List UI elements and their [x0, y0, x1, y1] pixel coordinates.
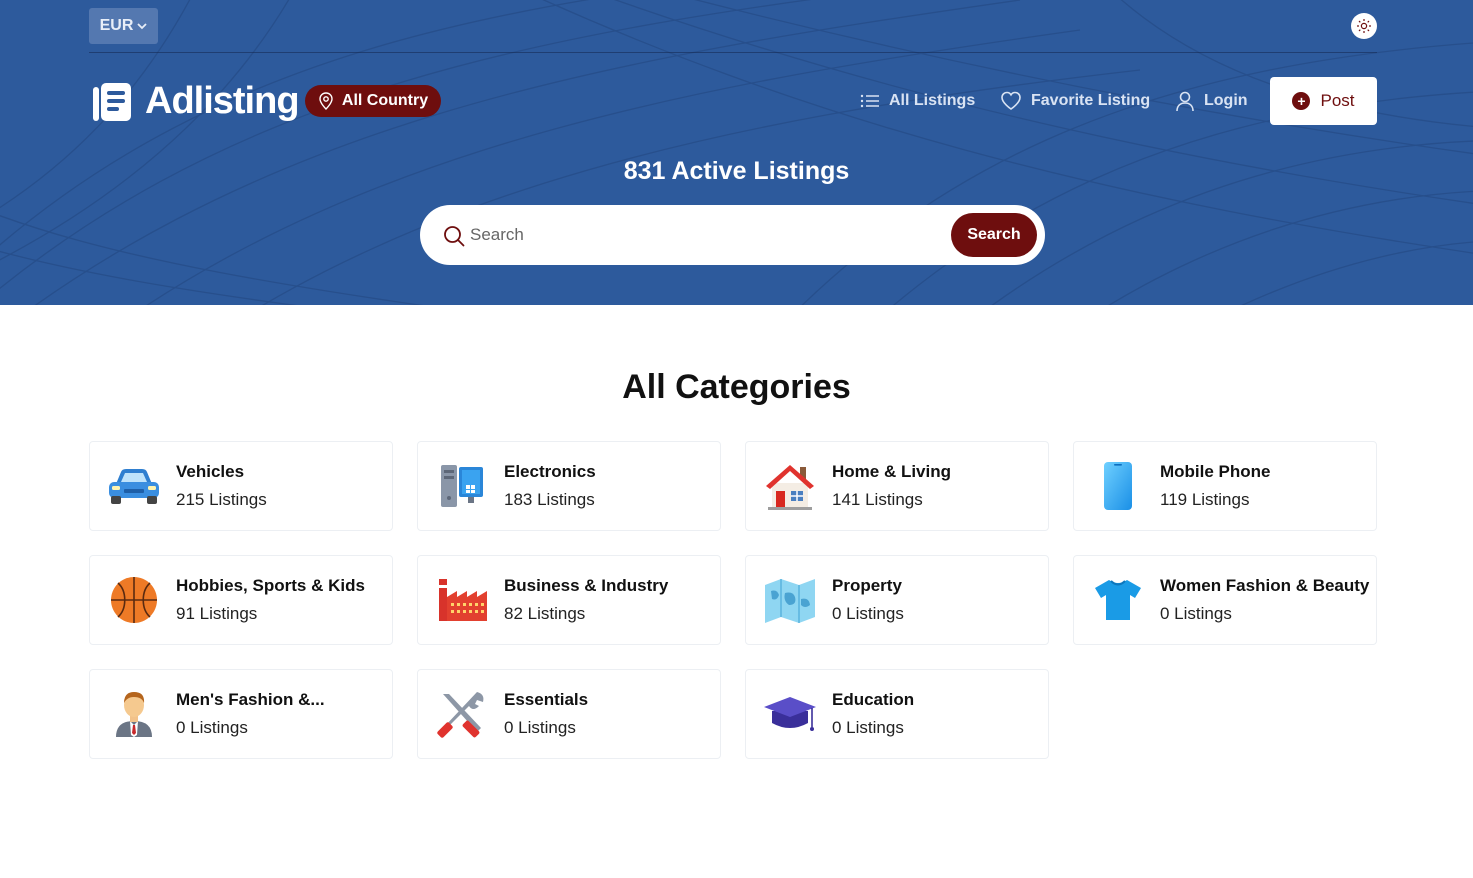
businessman-icon [104, 686, 164, 742]
category-name: Property [832, 576, 902, 595]
category-count: 0 Listings [832, 604, 904, 623]
currency-label: EUR [99, 17, 134, 34]
category-count: 215 Listings [176, 490, 267, 509]
category-card-women-fashion-beauty[interactable]: Women Fashion & Beauty 0 Listings [1073, 555, 1377, 645]
map-pin-icon [319, 92, 333, 110]
category-count: 91 Listings [176, 604, 258, 623]
nav-all-listings[interactable]: All Listings [860, 88, 975, 114]
nav-favorite-label: Favorite Listing [1031, 92, 1151, 109]
category-card-vehicles[interactable]: Vehicles 215 Listings [89, 441, 393, 531]
category-name: Vehicles [176, 462, 245, 481]
category-name: Business & Industry [504, 576, 669, 595]
category-name: Education [832, 690, 915, 709]
category-card-property[interactable]: Property 0 Listings [745, 555, 1049, 645]
category-name: Home & Living [832, 462, 952, 481]
category-card-home-living[interactable]: Home & Living 141 Listings [745, 441, 1049, 531]
tools-icon [432, 686, 492, 742]
category-name: Women Fashion & Beauty [1160, 576, 1370, 595]
categories-title: All Categories [622, 368, 851, 406]
location-label: All Country [341, 92, 429, 109]
category-card-essentials[interactable]: Essentials 0 Listings [417, 669, 721, 759]
category-count: 0 Listings [832, 718, 904, 737]
tshirt-icon [1088, 572, 1148, 628]
search-bar: Search [420, 205, 1045, 265]
map-icon [760, 572, 820, 628]
search-icon [444, 226, 465, 247]
category-card-mens-fashion[interactable]: Men's Fashion &... 0 Listings [89, 669, 393, 759]
hero-banner: EUR Adlisting All Country All Listings F… [0, 0, 1473, 305]
category-count: 0 Listings [1160, 604, 1232, 623]
category-count: 141 Listings [832, 490, 923, 509]
graduation-cap-icon [760, 686, 820, 742]
search-button[interactable]: Search [951, 213, 1037, 257]
top-bar: EUR [89, 8, 1377, 53]
list-icon [860, 94, 879, 108]
heart-icon [1001, 91, 1021, 110]
category-card-electronics[interactable]: Electronics 183 Listings [417, 441, 721, 531]
basketball-icon [104, 572, 164, 628]
mobile-phone-icon [1088, 458, 1148, 514]
category-name: Essentials [504, 690, 589, 709]
category-name: Hobbies, Sports & Kids [176, 576, 365, 595]
document-logo-icon [93, 82, 131, 121]
category-card-business-industry[interactable]: Business & Industry 82 Listings [417, 555, 721, 645]
house-icon [760, 458, 820, 514]
site-logo[interactable]: Adlisting [91, 80, 300, 123]
nav-login-label: Login [1204, 92, 1248, 109]
plus-circle-icon: + [1292, 92, 1311, 110]
sun-icon [1357, 19, 1371, 33]
post-label: Post [1320, 91, 1355, 110]
nav-all-listings-label: All Listings [889, 92, 976, 109]
category-card-mobile-phone[interactable]: Mobile Phone 119 Listings [1073, 441, 1377, 531]
currency-selector[interactable]: EUR [89, 8, 158, 44]
category-card-education[interactable]: Education 0 Listings [745, 669, 1049, 759]
category-count: 183 Listings [504, 490, 595, 509]
search-input[interactable] [470, 223, 940, 247]
nav-login[interactable]: Login [1175, 88, 1248, 114]
computer-icon [432, 458, 492, 514]
category-name: Mobile Phone [1160, 462, 1271, 481]
category-name: Men's Fashion &... [176, 690, 325, 709]
user-icon [1176, 91, 1194, 112]
categories-grid: Vehicles 215 Listings Electronics 183 Li… [89, 441, 1377, 759]
nav-favorite-listing[interactable]: Favorite Listing [1000, 88, 1150, 114]
car-icon [104, 458, 164, 514]
category-name: Electronics [504, 462, 596, 481]
location-selector-button[interactable]: All Country [305, 85, 441, 117]
factory-icon [432, 572, 492, 628]
post-button[interactable]: + Post [1270, 77, 1377, 125]
theme-toggle[interactable] [1351, 13, 1377, 39]
category-count: 119 Listings [1160, 490, 1250, 509]
category-count: 82 Listings [504, 604, 586, 623]
category-card-hobbies-sports-kids[interactable]: Hobbies, Sports & Kids 91 Listings [89, 555, 393, 645]
active-listings-count: 831 Active Listings [623, 157, 850, 185]
category-count: 0 Listings [504, 718, 576, 737]
chevron-down-icon [137, 23, 148, 30]
category-count: 0 Listings [176, 718, 248, 737]
brand-name: Adlisting [145, 80, 300, 122]
